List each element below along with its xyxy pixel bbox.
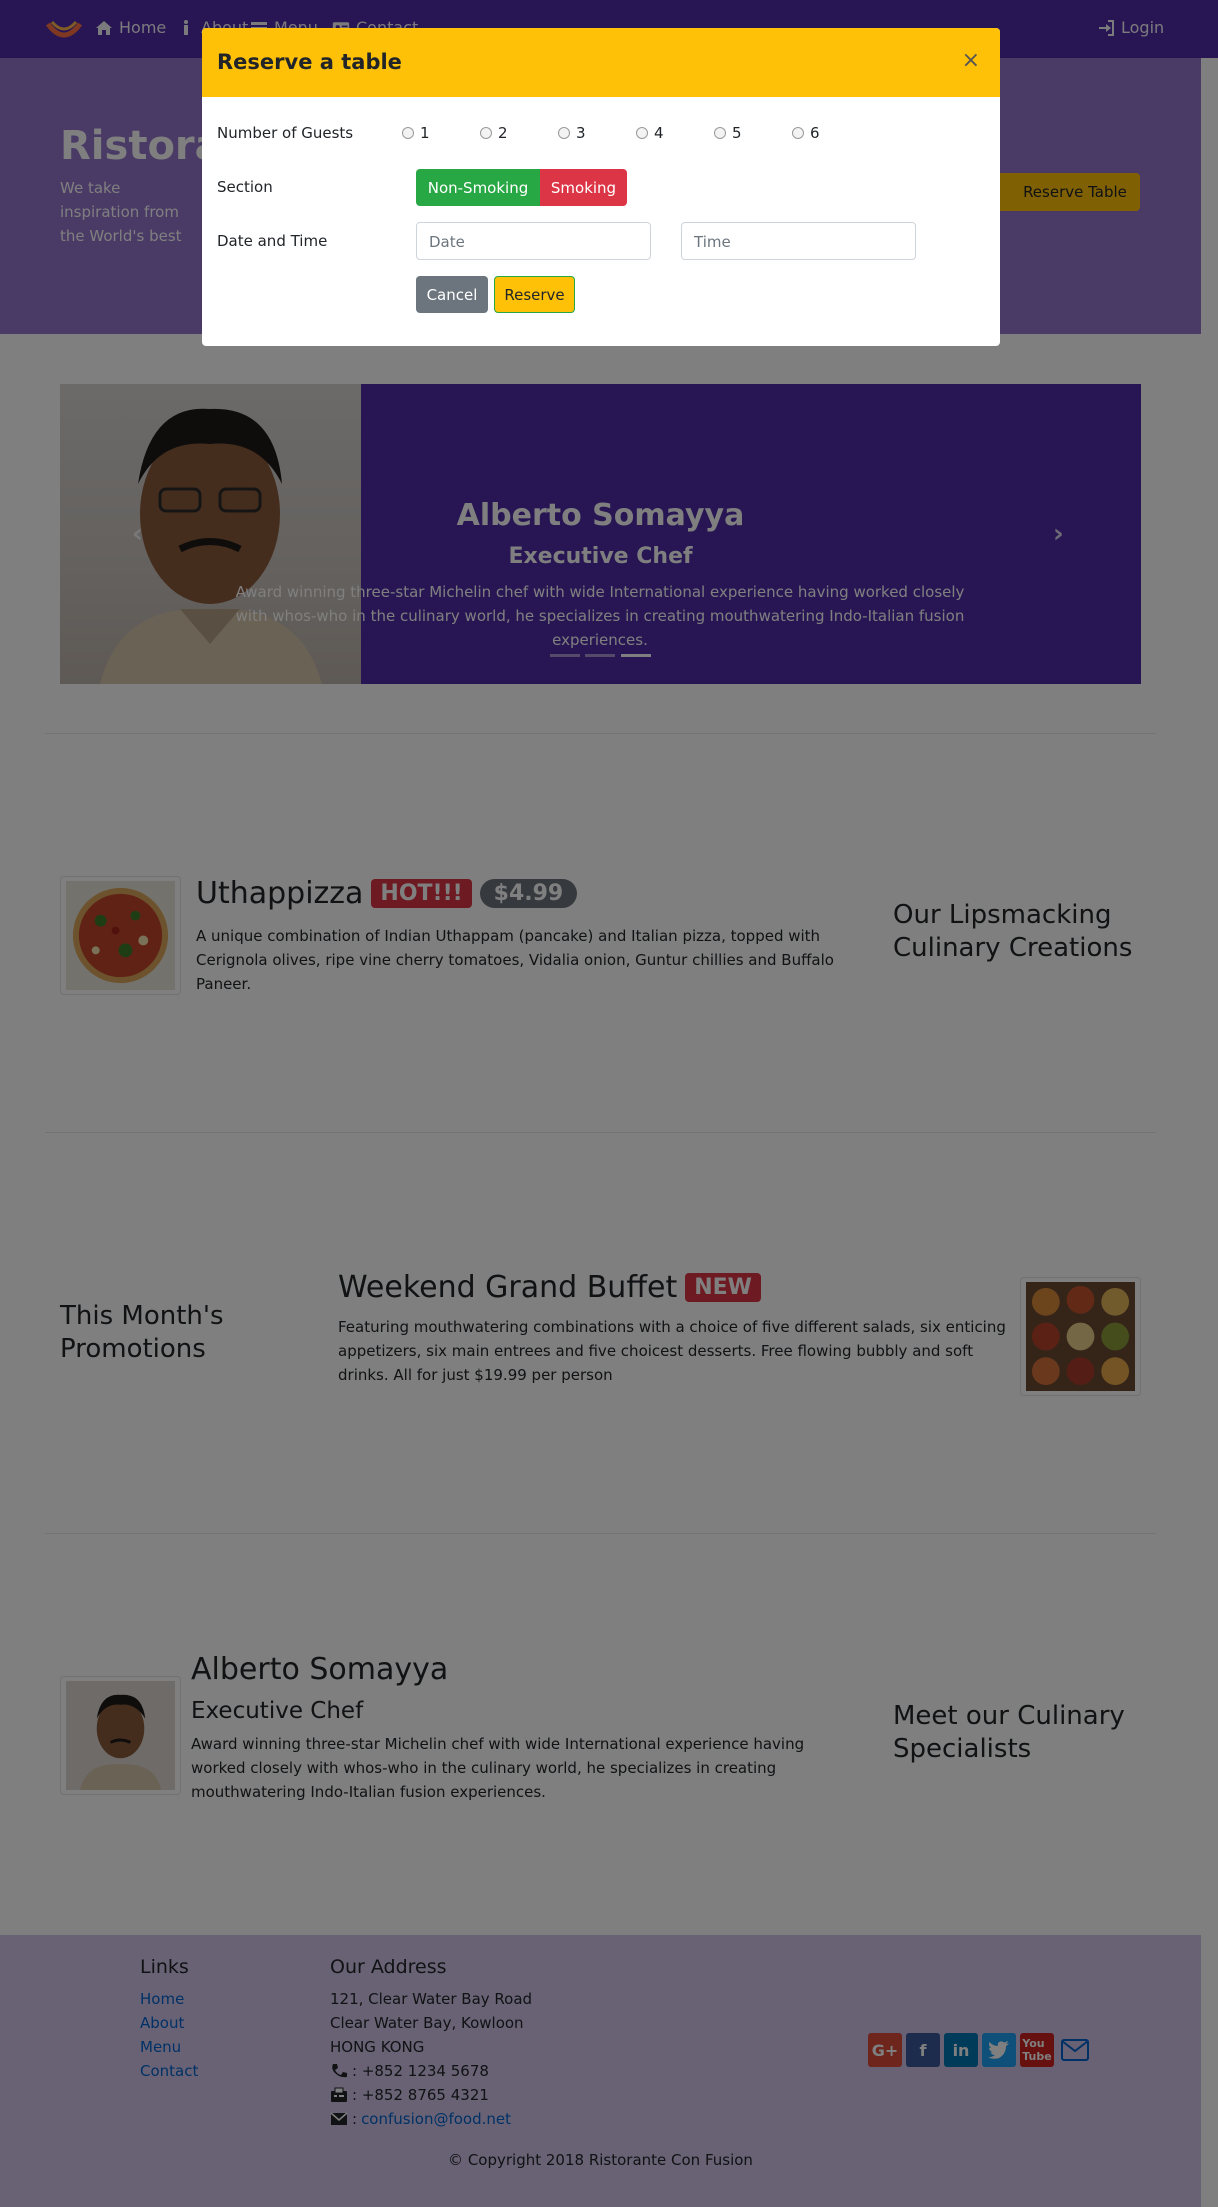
guest-radio-3[interactable]: 3 xyxy=(558,124,586,142)
radio-label: 4 xyxy=(654,124,664,142)
radio-label: 2 xyxy=(498,124,508,142)
reserve-modal: Reserve a table × Number of Guests 1 2 3… xyxy=(202,28,1000,346)
modal-header: Reserve a table × xyxy=(202,28,1000,97)
non-smoking-button[interactable]: Non-Smoking xyxy=(416,169,540,206)
reserve-button[interactable]: Reserve xyxy=(494,276,575,313)
radio-circle[interactable] xyxy=(558,127,570,139)
guest-radio-2[interactable]: 2 xyxy=(480,124,508,142)
radio-circle[interactable] xyxy=(402,127,414,139)
smoking-button[interactable]: Smoking xyxy=(540,169,627,206)
radio-label: 5 xyxy=(732,124,742,142)
radio-label: 6 xyxy=(810,124,820,142)
close-icon[interactable]: × xyxy=(962,48,980,73)
date-input[interactable]: Date xyxy=(416,222,651,260)
section-label: Section xyxy=(217,178,273,196)
guest-radio-6[interactable]: 6 xyxy=(792,124,820,142)
guests-label: Number of Guests xyxy=(217,124,354,142)
time-input[interactable]: Time xyxy=(681,222,916,260)
radio-label: 1 xyxy=(420,124,430,142)
guest-radio-5[interactable]: 5 xyxy=(714,124,742,142)
cancel-button[interactable]: Cancel xyxy=(416,276,488,313)
modal-title: Reserve a table xyxy=(217,50,402,74)
radio-circle[interactable] xyxy=(714,127,726,139)
guest-radio-4[interactable]: 4 xyxy=(636,124,664,142)
datetime-label: Date and Time xyxy=(217,232,328,250)
guest-radio-1[interactable]: 1 xyxy=(402,124,430,142)
radio-circle[interactable] xyxy=(792,127,804,139)
radio-label: 3 xyxy=(576,124,586,142)
radio-circle[interactable] xyxy=(480,127,492,139)
radio-circle[interactable] xyxy=(636,127,648,139)
